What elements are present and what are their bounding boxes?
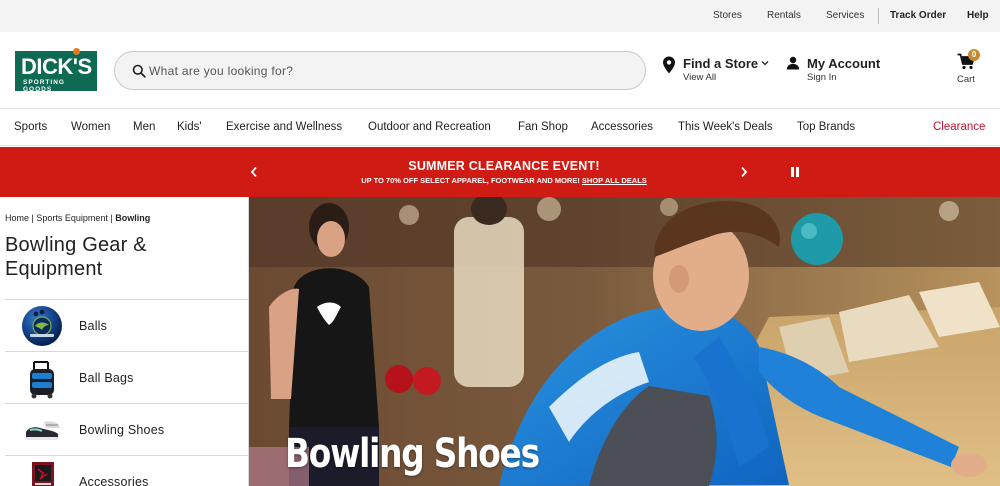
help-link[interactable]: Help	[967, 10, 989, 21]
view-all-stores-link[interactable]: View All	[683, 72, 716, 83]
subcategory-item-accessories[interactable]: Accessories	[5, 455, 248, 486]
pause-icon[interactable]	[789, 166, 801, 178]
promo-title: SUMMER CLEARANCE EVENT!	[408, 159, 600, 173]
find-store-button[interactable]: Find a Store View All	[662, 55, 782, 87]
search-icon[interactable]	[132, 64, 146, 78]
chevron-right-icon[interactable]	[739, 166, 749, 178]
subcategory-item-bowling-shoes[interactable]: Bowling Shoes	[5, 403, 248, 455]
ball-bag-thumbnail	[30, 361, 54, 399]
utility-divider	[878, 8, 879, 24]
my-account-label: My Account	[807, 56, 881, 71]
promo-subtitle: UP TO 70% OFF SELECT APPAREL, FOOTWEAR A…	[0, 176, 1000, 185]
logo-tagline: SPORTING GOODS	[23, 79, 65, 93]
site-header: DICK'S SPORTING GOODS Find a Store View …	[0, 32, 1000, 108]
nav-item-weekly-deals[interactable]: This Week's Deals	[678, 121, 773, 133]
breadcrumb-current: Bowling	[115, 213, 151, 223]
hero-title: Bowling Shoes	[285, 431, 540, 477]
subcategory-label: Accessories	[79, 475, 149, 486]
nav-item-top-brands[interactable]: Top Brands	[797, 121, 855, 133]
stores-link[interactable]: Stores	[713, 10, 742, 21]
breadcrumb-sports-equipment[interactable]: Sports Equipment	[36, 213, 108, 223]
subcategory-list: Balls Ball Bags Bowling Shoes Accessorie…	[5, 299, 248, 486]
subcategory-label: Ball Bags	[79, 371, 134, 385]
nav-item-kids[interactable]: Kids'	[177, 121, 202, 133]
dicks-logo[interactable]: DICK'S SPORTING GOODS	[15, 48, 97, 93]
chevron-down-icon	[761, 61, 769, 66]
subcategory-item-ball-bags[interactable]: Ball Bags	[5, 351, 248, 403]
sign-in-link[interactable]: Sign In	[807, 72, 837, 83]
nav-item-fan-shop[interactable]: Fan Shop	[518, 121, 568, 133]
logo-wordmark: DICK'S	[21, 54, 92, 79]
utility-bar: Stores Rentals Services Track Order Help	[0, 0, 1000, 32]
hero-banner[interactable]: Bowling Shoes	[249, 197, 1000, 486]
map-pin-icon	[663, 56, 675, 74]
nav-item-sports[interactable]: Sports	[14, 121, 47, 133]
breadcrumb: Home | Sports Equipment | Bowling	[5, 213, 150, 223]
rentals-link[interactable]: Rentals	[767, 10, 801, 21]
nav-item-exercise-wellness[interactable]: Exercise and Wellness	[226, 121, 342, 133]
bowling-ball-thumbnail	[22, 306, 62, 346]
track-order-link[interactable]: Track Order	[890, 10, 946, 21]
promo-subtitle-text: UP TO 70% OFF SELECT APPAREL, FOOTWEAR A…	[361, 176, 580, 185]
cart-count-badge: 0	[968, 49, 980, 61]
search-bar[interactable]	[114, 51, 646, 90]
subcategory-item-balls[interactable]: Balls	[5, 299, 248, 351]
subcategory-label: Balls	[79, 319, 108, 333]
search-input[interactable]	[149, 52, 629, 89]
nav-item-clearance[interactable]: Clearance	[933, 121, 985, 133]
shop-all-deals-link[interactable]: SHOP ALL DEALS	[582, 176, 647, 185]
subcategory-label: Bowling Shoes	[79, 423, 165, 437]
cart-button[interactable]: 0 Cart	[952, 49, 988, 89]
find-store-label: Find a Store	[683, 56, 759, 71]
bowling-shoes-thumbnail	[26, 421, 60, 440]
nav-item-women[interactable]: Women	[71, 121, 110, 133]
category-nav: Sports Women Men Kids' Exercise and Well…	[0, 108, 1000, 146]
page-title: Bowling Gear & Equipment	[5, 234, 147, 280]
breadcrumb-home[interactable]: Home	[5, 213, 29, 223]
my-account-button[interactable]: My Account Sign In	[786, 55, 896, 87]
person-icon	[786, 56, 800, 70]
accessories-thumbnail	[32, 462, 54, 486]
promo-banner: SUMMER CLEARANCE EVENT! UP TO 70% OFF SE…	[0, 147, 1000, 197]
services-link[interactable]: Services	[826, 10, 864, 21]
nav-item-men[interactable]: Men	[133, 121, 155, 133]
cart-label: Cart	[957, 74, 975, 85]
nav-item-accessories[interactable]: Accessories	[591, 121, 653, 133]
nav-item-outdoor-recreation[interactable]: Outdoor and Recreation	[368, 121, 491, 133]
